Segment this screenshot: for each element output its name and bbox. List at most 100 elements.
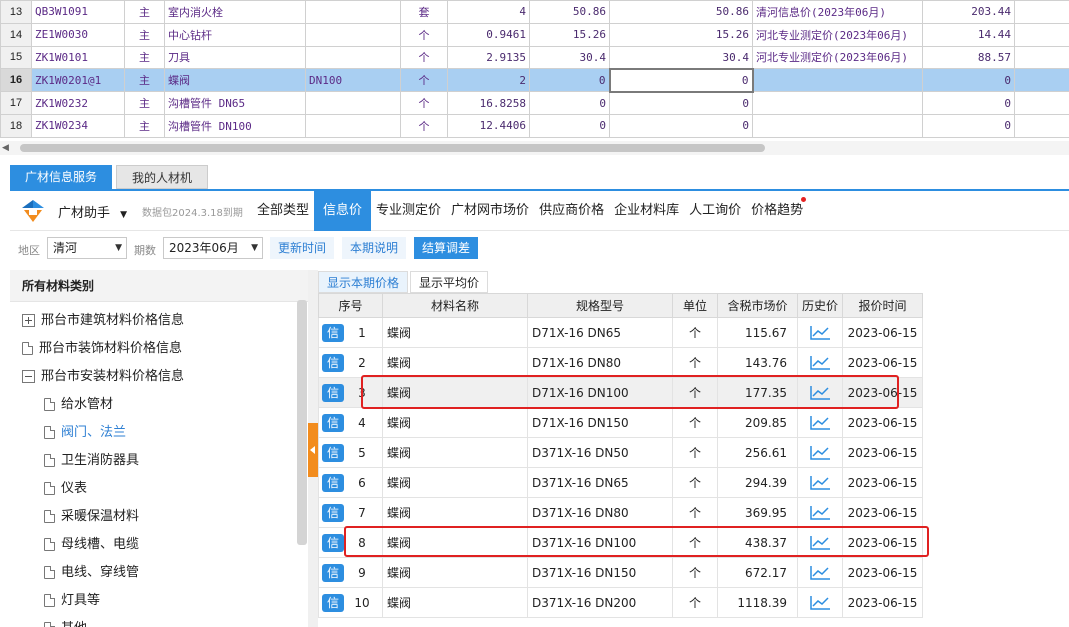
info-price-badge[interactable]: 信 bbox=[322, 533, 344, 552]
history-cell[interactable] bbox=[797, 467, 843, 498]
trend-chart-icon[interactable] bbox=[809, 595, 831, 611]
price-source[interactable] bbox=[752, 113, 923, 138]
price-source[interactable]: 清河信息价(2023年06月) bbox=[752, 0, 923, 24]
budget-price[interactable]: 0 bbox=[529, 91, 610, 115]
period-description-button[interactable]: 本期说明 bbox=[342, 237, 407, 259]
nav-labor-inquiry[interactable]: 人工询价 bbox=[684, 191, 746, 231]
trend-chart-icon[interactable] bbox=[809, 505, 831, 521]
price-cell[interactable]: 672.17 bbox=[717, 557, 798, 588]
nav-professional-price[interactable]: 专业测定价 bbox=[371, 191, 446, 231]
info-price-badge[interactable]: 信 bbox=[322, 323, 344, 342]
table-row[interactable]: 16 ZK1W0201@1 主蝶阀 DN100 个 2 0 0 0 bbox=[0, 67, 1069, 93]
table-row[interactable]: 15 ZK1W0101 主刀具个 2.9135 30.4 30.4 河北专业测定价(2023… bbox=[0, 45, 1069, 70]
material-code[interactable]: ZE1W0030 bbox=[31, 22, 125, 47]
market-price[interactable]: 15.26 bbox=[609, 22, 753, 47]
info-price-badge[interactable]: 信 bbox=[322, 443, 344, 462]
extra[interactable] bbox=[1014, 91, 1069, 115]
table-row[interactable]: 17 ZK1W0232 主沟槽管件 DN65 个 16.8258 0 0 0 bbox=[0, 91, 1069, 115]
history-cell[interactable] bbox=[797, 347, 843, 378]
info-price-badge[interactable]: 信 bbox=[322, 503, 344, 522]
trend-chart-icon[interactable] bbox=[809, 415, 831, 431]
table-row[interactable]: 13 QB3W1091 主室内消火栓套 4 50.86 50.86 清河信息价(2023年0… bbox=[0, 0, 1069, 24]
material-qty[interactable]: 0.9461 bbox=[447, 22, 530, 47]
material-qty[interactable]: 16.8258 bbox=[447, 91, 530, 115]
price-source[interactable]: 河北专业测定价(2023年06月) bbox=[752, 22, 923, 47]
tree-item-water-pipe[interactable]: 给水管材 bbox=[44, 393, 113, 412]
tree-item-other[interactable]: 其他 bbox=[44, 617, 87, 627]
list-item[interactable]: 信 9 蝶阀 D371X-16 DN150 个 672.17 2023-06-15 bbox=[318, 557, 923, 588]
panel-splitter[interactable] bbox=[308, 270, 318, 627]
material-type[interactable]: 主 bbox=[124, 68, 165, 93]
tab-my-materials[interactable]: 我的人材机 bbox=[116, 165, 209, 189]
material-name[interactable]: 蝶阀 bbox=[164, 68, 306, 93]
extra[interactable] bbox=[1014, 113, 1069, 138]
nav-info-price[interactable]: 信息价 bbox=[314, 191, 372, 231]
price-total[interactable]: 0 bbox=[922, 113, 1015, 138]
row-number[interactable]: 13 bbox=[0, 0, 32, 24]
material-code[interactable]: ZK1W0234 bbox=[31, 113, 125, 138]
price-source[interactable]: 河北专业测定价(2023年06月) bbox=[752, 45, 923, 70]
market-price[interactable]: 0 bbox=[609, 113, 753, 138]
trend-chart-icon[interactable] bbox=[809, 475, 831, 491]
material-unit[interactable]: 个 bbox=[400, 45, 448, 70]
tree-item-sanitary[interactable]: 卫生消防器具 bbox=[44, 449, 139, 468]
update-time-button[interactable]: 更新时间 bbox=[270, 237, 335, 259]
price-total[interactable]: 0 bbox=[922, 68, 1015, 93]
material-spec[interactable] bbox=[305, 45, 401, 70]
nav-enterprise-library[interactable]: 企业材料库 bbox=[609, 191, 684, 231]
settlement-adjust-button[interactable]: 结算调差 bbox=[414, 237, 479, 259]
extra[interactable] bbox=[1014, 45, 1069, 70]
row-number[interactable]: 17 bbox=[0, 91, 32, 115]
tree-item-installation[interactable]: 邢台市安装材料价格信息 bbox=[22, 365, 184, 384]
material-type[interactable]: 主 bbox=[124, 22, 165, 47]
trend-chart-icon[interactable] bbox=[809, 565, 831, 581]
trend-chart-icon[interactable] bbox=[809, 355, 831, 371]
budget-price[interactable]: 15.26 bbox=[529, 22, 610, 47]
tree-item-building[interactable]: 邢台市建筑材料价格信息 bbox=[22, 309, 184, 328]
table-row[interactable]: 14 ZE1W0030 主中心钻杆个 0.9461 15.26 15.26 河北专业测定价(… bbox=[0, 22, 1069, 47]
market-price[interactable]: 30.4 bbox=[609, 45, 753, 70]
list-item[interactable]: 信 1 蝶阀 D71X-16 DN65 个 115.67 2023-06-15 bbox=[318, 317, 923, 348]
price-total[interactable]: 14.44 bbox=[922, 22, 1015, 47]
price-cell[interactable]: 256.61 bbox=[717, 437, 798, 468]
price-cell[interactable]: 115.67 bbox=[717, 317, 798, 348]
collapse-minus-icon[interactable] bbox=[22, 370, 35, 383]
market-price[interactable]: 50.86 bbox=[609, 0, 753, 24]
region-select[interactable]: 清河 ▼ bbox=[47, 237, 127, 259]
list-item[interactable]: 信 10 蝶阀 D371X-16 DN200 个 1118.39 2023-06-15 bbox=[318, 587, 923, 618]
info-price-badge[interactable]: 信 bbox=[322, 383, 344, 402]
material-name[interactable]: 室内消火栓 bbox=[164, 0, 306, 24]
nav-price-trend[interactable]: 价格趋势 bbox=[746, 191, 808, 231]
history-cell[interactable] bbox=[797, 407, 843, 438]
trend-chart-icon[interactable] bbox=[809, 325, 831, 341]
material-name[interactable]: 中心钻杆 bbox=[164, 22, 306, 47]
price-cell[interactable]: 143.76 bbox=[717, 347, 798, 378]
list-item[interactable]: 信 7 蝶阀 D371X-16 DN80 个 369.95 2023-06-15 bbox=[318, 497, 923, 528]
info-price-badge[interactable]: 信 bbox=[322, 413, 344, 432]
material-name[interactable]: 沟槽管件 DN100 bbox=[164, 113, 306, 138]
history-cell[interactable] bbox=[797, 437, 843, 468]
trend-chart-icon[interactable] bbox=[809, 445, 831, 461]
material-spec[interactable] bbox=[305, 22, 401, 47]
budget-price[interactable]: 0 bbox=[529, 113, 610, 138]
material-unit[interactable]: 个 bbox=[400, 91, 448, 115]
nav-supplier-price[interactable]: 供应商价格 bbox=[534, 191, 609, 231]
price-total[interactable]: 0 bbox=[922, 91, 1015, 115]
market-price[interactable]: 0 bbox=[609, 91, 753, 115]
collapse-left-icon[interactable] bbox=[308, 423, 318, 477]
price-cell[interactable]: 369.95 bbox=[717, 497, 798, 528]
material-qty[interactable]: 2 bbox=[447, 68, 530, 93]
material-spec[interactable]: DN100 bbox=[305, 68, 401, 93]
material-type[interactable]: 主 bbox=[124, 113, 165, 138]
price-total[interactable]: 88.57 bbox=[922, 45, 1015, 70]
price-source[interactable] bbox=[752, 68, 923, 93]
extra[interactable] bbox=[1014, 0, 1069, 24]
material-spec[interactable] bbox=[305, 113, 401, 138]
history-cell[interactable] bbox=[797, 317, 843, 348]
material-qty[interactable]: 2.9135 bbox=[447, 45, 530, 70]
list-item[interactable]: 信 6 蝶阀 D371X-16 DN65 个 294.39 2023-06-15 bbox=[318, 467, 923, 498]
info-price-badge[interactable]: 信 bbox=[322, 353, 344, 372]
nav-market-price[interactable]: 广材网市场价 bbox=[446, 191, 534, 231]
table-row[interactable]: 18 ZK1W0234 主沟槽管件 DN100 个 12.4406 0 0 0 bbox=[0, 113, 1069, 138]
tab-material-info-service[interactable]: 广材信息服务 bbox=[10, 165, 113, 189]
